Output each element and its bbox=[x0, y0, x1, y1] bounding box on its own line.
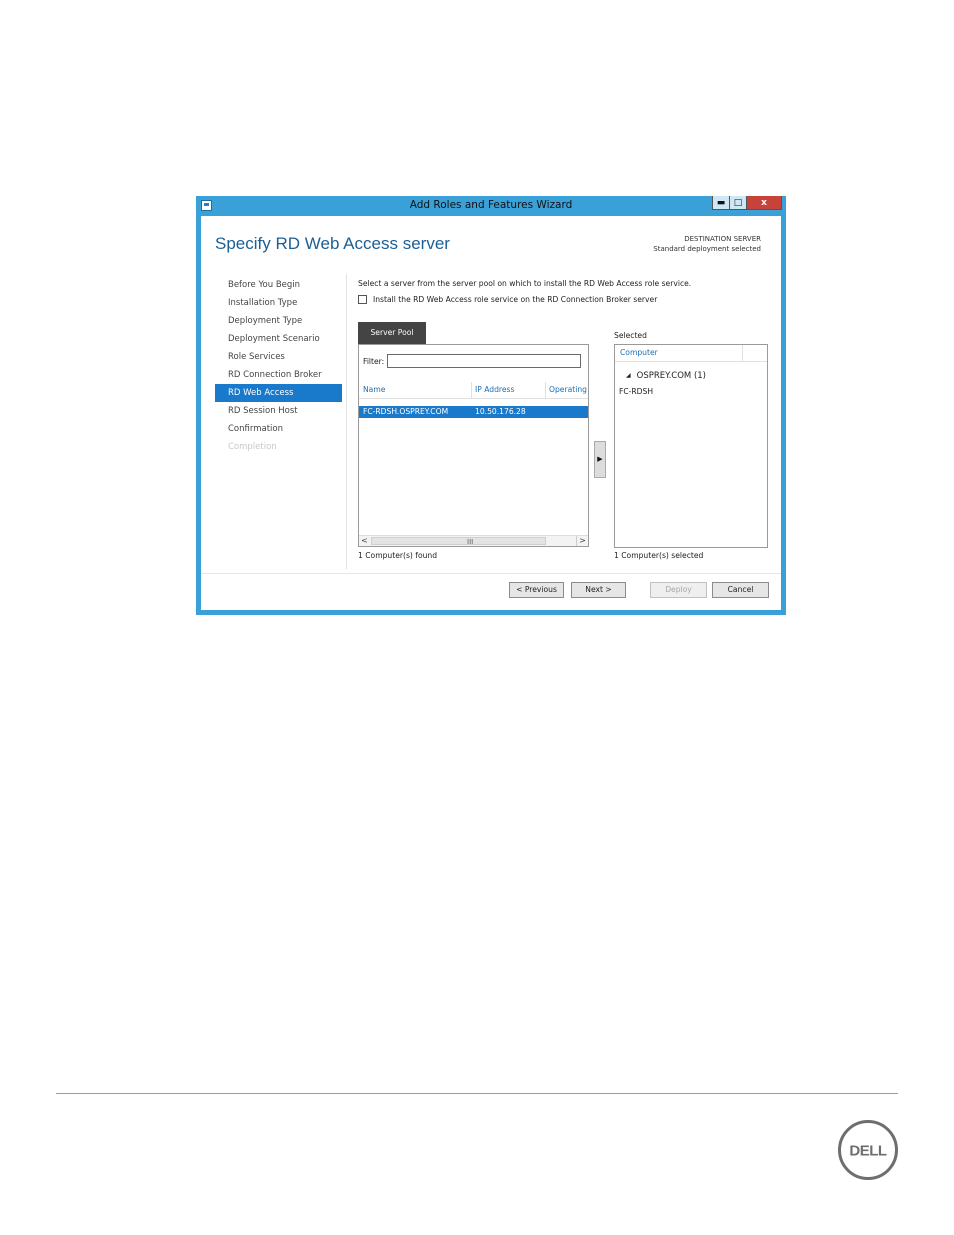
close-icon: x bbox=[761, 197, 767, 208]
dell-logo: DELL bbox=[838, 1120, 898, 1180]
scroll-left-icon[interactable]: < bbox=[359, 536, 370, 546]
server-ip-cell: 10.50.176.28 bbox=[475, 407, 526, 416]
nav-item-rd-connection-broker[interactable]: RD Connection Broker bbox=[215, 366, 342, 384]
collapse-triangle-icon[interactable]: ◢ bbox=[626, 372, 631, 379]
window-controls: ▬ □ x bbox=[712, 196, 782, 211]
filter-label: Filter: bbox=[363, 356, 385, 366]
minimize-icon: ▬ bbox=[716, 197, 726, 208]
destination-label: DESTINATION SERVER bbox=[684, 235, 761, 243]
destination-value: Standard deployment selected bbox=[653, 245, 761, 253]
scroll-grip-icon: III bbox=[467, 538, 474, 546]
computers-selected-count: 1 Computer(s) selected bbox=[614, 551, 704, 560]
nav-item-deployment-type[interactable]: Deployment Type bbox=[215, 312, 342, 330]
nav-item-role-services[interactable]: Role Services bbox=[215, 348, 342, 366]
wizard-window: Add Roles and Features Wizard ▬ □ x Spec… bbox=[196, 196, 786, 615]
deploy-button: Deploy bbox=[650, 582, 707, 598]
nav-item-completion: Completion bbox=[228, 442, 277, 452]
domain-group-label: OSPREY.COM (1) bbox=[636, 371, 706, 381]
scroll-thumb[interactable]: III bbox=[371, 537, 546, 546]
nav-item-rd-session-host[interactable]: RD Session Host bbox=[215, 402, 342, 420]
arrow-right-icon: ▶ bbox=[597, 455, 603, 463]
nav-item-before-you-begin[interactable]: Before You Begin bbox=[215, 276, 342, 294]
install-on-broker-checkbox[interactable] bbox=[358, 295, 367, 304]
selected-label: Selected bbox=[614, 331, 647, 340]
column-separator bbox=[545, 382, 546, 398]
maximize-button[interactable]: □ bbox=[729, 196, 747, 210]
nav-item-deployment-scenario[interactable]: Deployment Scenario bbox=[215, 330, 342, 348]
horizontal-scrollbar[interactable]: < III > bbox=[359, 535, 588, 546]
selected-panel: Computer ◢ OSPREY.COM (1) FC-RDSH bbox=[614, 344, 768, 548]
filter-row: Filter: bbox=[363, 354, 582, 368]
wizard-client-area: Specify RD Web Access server DESTINATION… bbox=[201, 216, 781, 610]
footer-divider bbox=[201, 573, 781, 574]
page-title: Specify RD Web Access server bbox=[215, 234, 450, 253]
tab-server-pool[interactable]: Server Pool bbox=[358, 322, 426, 344]
description-text: Select a server from the server pool on … bbox=[358, 279, 692, 288]
server-table-header: Name IP Address Operating bbox=[359, 382, 588, 399]
window-title: Add Roles and Features Wizard bbox=[409, 199, 573, 211]
cancel-button[interactable]: Cancel bbox=[712, 582, 769, 598]
computers-found-count: 1 Computer(s) found bbox=[358, 551, 438, 560]
column-header-ip-address[interactable]: IP Address bbox=[475, 385, 514, 394]
title-bar[interactable]: Add Roles and Features Wizard ▬ □ x bbox=[196, 196, 786, 216]
destination-server: DESTINATION SERVER Standard deployment s… bbox=[653, 234, 761, 254]
page-footer-rule bbox=[56, 1093, 898, 1094]
selected-table-header: Computer bbox=[615, 345, 767, 362]
scroll-right-icon[interactable]: > bbox=[576, 536, 588, 546]
nav-item-rd-web-access[interactable]: RD Web Access bbox=[215, 384, 342, 402]
close-button[interactable]: x bbox=[746, 196, 782, 210]
add-selected-button[interactable]: ▶ bbox=[594, 441, 606, 478]
dell-logo-text: DELL bbox=[849, 1143, 887, 1160]
server-pool-panel: Filter: Name IP Address Operating FC-RDS… bbox=[358, 344, 589, 547]
nav-item-confirmation[interactable]: Confirmation bbox=[215, 420, 342, 438]
domain-group[interactable]: ◢ OSPREY.COM (1) bbox=[626, 371, 706, 381]
list-item[interactable]: FC-RDSH bbox=[619, 387, 653, 396]
server-name-cell: FC-RDSH.OSPREY.COM bbox=[363, 407, 449, 416]
column-separator bbox=[471, 382, 472, 398]
maximize-icon: □ bbox=[733, 197, 743, 208]
table-row[interactable]: FC-RDSH.OSPREY.COM 10.50.176.28 bbox=[359, 406, 588, 418]
column-header-computer[interactable]: Computer bbox=[620, 348, 658, 357]
column-separator bbox=[742, 345, 743, 361]
next-button[interactable]: Next > bbox=[571, 582, 626, 598]
column-header-name[interactable]: Name bbox=[363, 385, 385, 394]
wizard-nav: Before You Begin Installation Type Deplo… bbox=[215, 276, 342, 456]
minimize-button[interactable]: ▬ bbox=[712, 196, 730, 210]
install-on-broker-label: Install the RD Web Access role service o… bbox=[373, 295, 658, 304]
column-header-operating[interactable]: Operating bbox=[549, 385, 587, 394]
nav-item-installation-type[interactable]: Installation Type bbox=[215, 294, 342, 312]
nav-divider bbox=[346, 274, 347, 569]
previous-button[interactable]: < Previous bbox=[509, 582, 564, 598]
filter-input[interactable] bbox=[387, 354, 582, 368]
install-on-broker-option[interactable]: Install the RD Web Access role service o… bbox=[358, 295, 657, 304]
